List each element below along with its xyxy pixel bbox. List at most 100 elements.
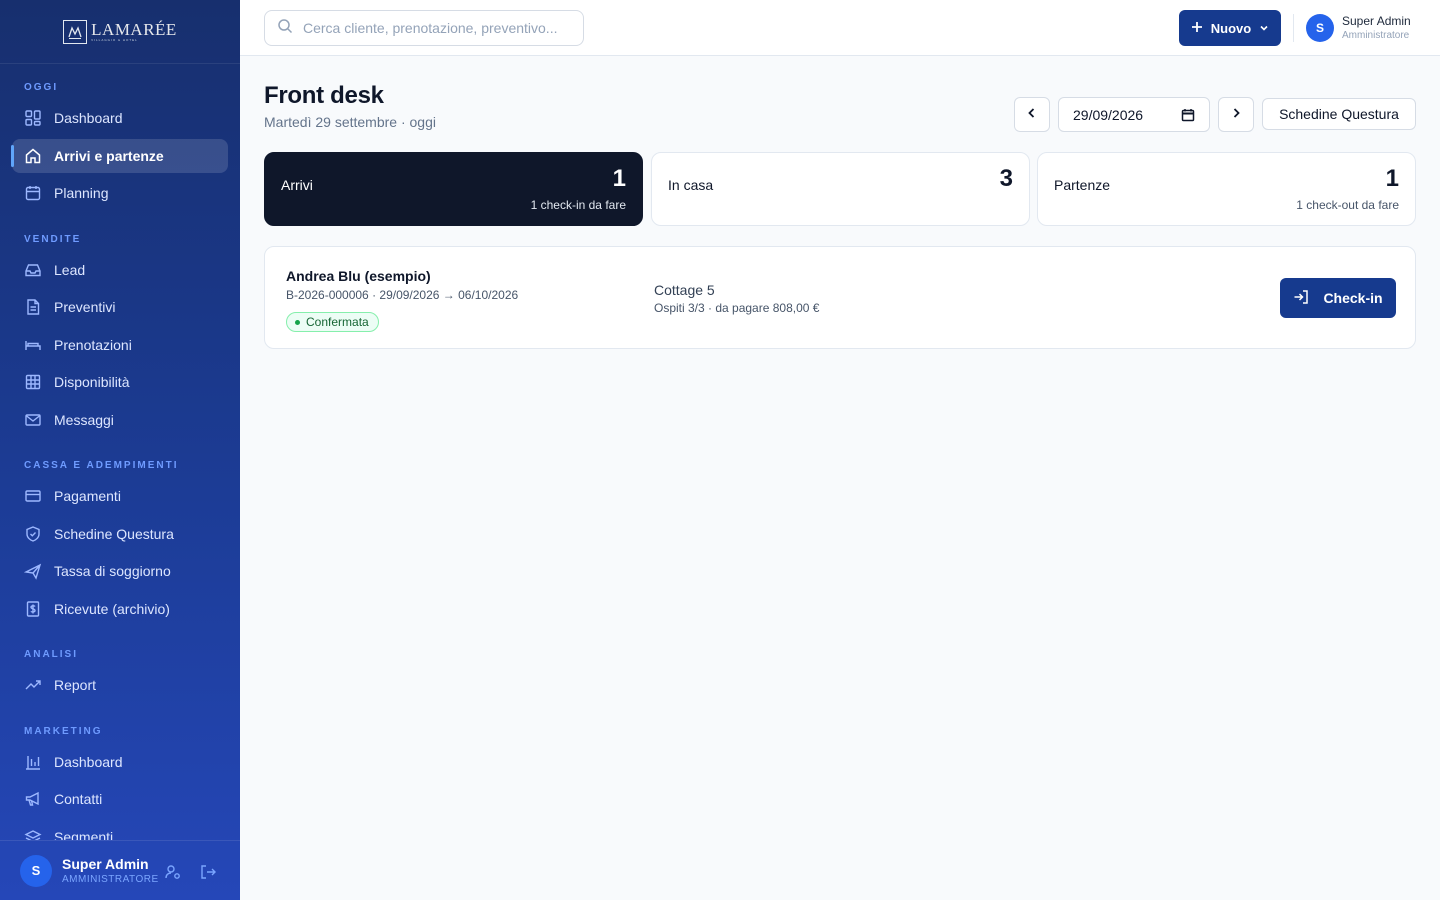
sidebar-item-label: Tassa di soggiorno <box>54 563 171 579</box>
booking-details: Ospiti 3/3 · da pagare 808,00 € <box>654 301 820 315</box>
schedine-questura-button[interactable]: Schedine Questura <box>1262 98 1416 130</box>
section-title-marketing: MARKETING <box>24 726 103 737</box>
logout-icon[interactable] <box>199 863 217 881</box>
bed-icon <box>24 336 42 354</box>
user-name: Super Admin <box>1342 14 1411 28</box>
topbar: Nuovo S Super Admin Amministratore <box>240 0 1440 56</box>
chevron-down-icon <box>1259 21 1269 36</box>
stat-label: Partenze <box>1054 177 1111 193</box>
sidebar-item-marketing-dashboard[interactable]: Dashboard <box>12 745 228 779</box>
sidebar-item-label: Lead <box>54 262 86 278</box>
booking-reference: B-2026-000006 · 29/09/2026 → 06/10/2026 <box>286 288 519 302</box>
login-icon <box>1293 289 1309 308</box>
sidebar-item-segmenti[interactable]: Segmenti <box>12 820 228 840</box>
shield-icon <box>24 525 42 543</box>
stat-label: In casa <box>668 177 714 193</box>
sidebar-nav: OGGI Dashboard Arrivi e partenze Plannin… <box>0 64 240 840</box>
sidebar-item-label: Dashboard <box>54 754 123 770</box>
home-icon <box>24 147 42 165</box>
sidebar-item-label: Messaggi <box>54 412 114 428</box>
stat-card-in-casa[interactable]: In casa 3 <box>651 152 1030 226</box>
chevron-left-icon <box>1026 106 1038 124</box>
sidebar-item-label: Disponibilità <box>54 374 130 390</box>
sidebar-item-schedine-questura[interactable]: Schedine Questura <box>12 517 228 551</box>
next-day-button[interactable] <box>1218 97 1254 132</box>
stat-subtext: 1 check-in da fare <box>530 198 626 212</box>
new-button-label: Nuovo <box>1210 20 1252 36</box>
sidebar-item-prenotazioni[interactable]: Prenotazioni <box>12 328 228 362</box>
sidebar-item-contatti[interactable]: Contatti <box>12 782 228 816</box>
check-in-button[interactable]: Check-in <box>1280 278 1396 318</box>
sidebar-item-label: Dashboard <box>54 110 123 126</box>
section-title-cassa: CASSA E ADEMPIMENTI <box>24 460 179 471</box>
sidebar: LAMARÉE VILLAGGIO & HOTEL OGGI Dashboard… <box>0 0 240 900</box>
new-button[interactable]: Nuovo <box>1179 10 1281 46</box>
sidebar-item-lead[interactable]: Lead <box>12 253 228 287</box>
booking-row[interactable]: Andrea Blu (esempio) B-2026-000006 · 29/… <box>264 246 1416 349</box>
footer-user: Super Admin AMMINISTRATORE <box>62 856 159 885</box>
sidebar-item-ricevute[interactable]: Ricevute (archivio) <box>12 592 228 626</box>
search-input[interactable] <box>303 20 573 36</box>
trending-up-icon <box>24 676 42 694</box>
status-badge: Confermata <box>286 312 379 332</box>
date-value: 29/09/2026 <box>1073 106 1144 123</box>
logo-text: LAMARÉE <box>91 20 177 39</box>
search-box[interactable] <box>264 10 584 46</box>
sidebar-item-label: Contatti <box>54 791 103 807</box>
sidebar-item-preventivi[interactable]: Preventivi <box>12 290 228 324</box>
stat-value: 1 <box>612 165 626 192</box>
sidebar-item-pagamenti[interactable]: Pagamenti <box>12 479 228 513</box>
footer-user-name: Super Admin <box>62 856 149 872</box>
inbox-icon <box>24 261 42 279</box>
calendar-icon <box>24 184 42 202</box>
credit-card-icon <box>24 487 42 505</box>
megaphone-icon <box>24 790 42 808</box>
user-role: Amministratore <box>1342 30 1410 41</box>
stat-subtext: 1 check-out da fare <box>1296 198 1399 212</box>
sidebar-item-label: Prenotazioni <box>54 337 132 353</box>
status-label: Confermata <box>306 315 369 329</box>
sidebar-item-arrivi-partenze[interactable]: Arrivi e partenze <box>11 139 228 173</box>
user-menu[interactable]: Super Admin Amministratore <box>1342 14 1411 41</box>
sidebar-item-label: Ricevute (archivio) <box>54 601 170 617</box>
guest-name: Andrea Blu (esempio) <box>286 268 431 284</box>
sidebar-item-label: Planning <box>54 185 109 201</box>
user-settings-icon[interactable] <box>164 863 182 881</box>
date-picker[interactable]: 29/09/2026 <box>1058 97 1210 132</box>
stat-value: 1 <box>1385 165 1399 192</box>
sidebar-item-planning[interactable]: Planning <box>12 176 228 210</box>
plus-icon <box>1191 21 1203 36</box>
sidebar-item-label: Segmenti <box>54 829 114 840</box>
sidebar-item-tassa-soggiorno[interactable]: Tassa di soggiorno <box>12 554 228 588</box>
stat-card-arrivi[interactable]: Arrivi 1 1 check-in da fare <box>264 152 643 226</box>
chevron-right-icon <box>1230 106 1242 124</box>
sidebar-item-label: Preventivi <box>54 299 116 315</box>
avatar[interactable]: S <box>20 854 52 887</box>
sidebar-item-label: Pagamenti <box>54 488 121 504</box>
sidebar-item-disponibilita[interactable]: Disponibilità <box>12 365 228 399</box>
sidebar-item-label: Schedine Questura <box>54 526 174 542</box>
logo-mark-icon <box>63 19 88 44</box>
stat-value: 3 <box>999 165 1013 192</box>
sidebar-item-report[interactable]: Report <box>12 668 228 702</box>
bar-chart-icon <box>24 753 42 771</box>
section-title-analisi: ANALISI <box>24 649 78 660</box>
divider <box>1293 14 1294 42</box>
status-dot-icon <box>295 319 300 325</box>
receipt-icon <box>24 600 42 618</box>
table-icon <box>24 373 42 391</box>
grid-icon <box>24 109 42 127</box>
sidebar-item-label: Report <box>54 677 97 693</box>
check-in-label: Check-in <box>1323 290 1383 306</box>
sidebar-item-dashboard[interactable]: Dashboard <box>12 101 228 135</box>
user-avatar[interactable]: S <box>1306 14 1334 42</box>
brand-logo[interactable]: LAMARÉE VILLAGGIO & HOTEL <box>0 0 240 64</box>
stat-label: Arrivi <box>281 177 313 193</box>
page-subtitle: Martedì 29 settembre · oggi <box>264 114 436 130</box>
page-title: Front desk <box>264 82 384 109</box>
search-icon <box>277 18 293 39</box>
sidebar-item-messaggi[interactable]: Messaggi <box>12 403 228 437</box>
stat-card-partenze[interactable]: Partenze 1 1 check-out da fare <box>1037 152 1416 226</box>
calendar-icon[interactable] <box>1181 108 1195 125</box>
prev-day-button[interactable] <box>1014 97 1050 132</box>
